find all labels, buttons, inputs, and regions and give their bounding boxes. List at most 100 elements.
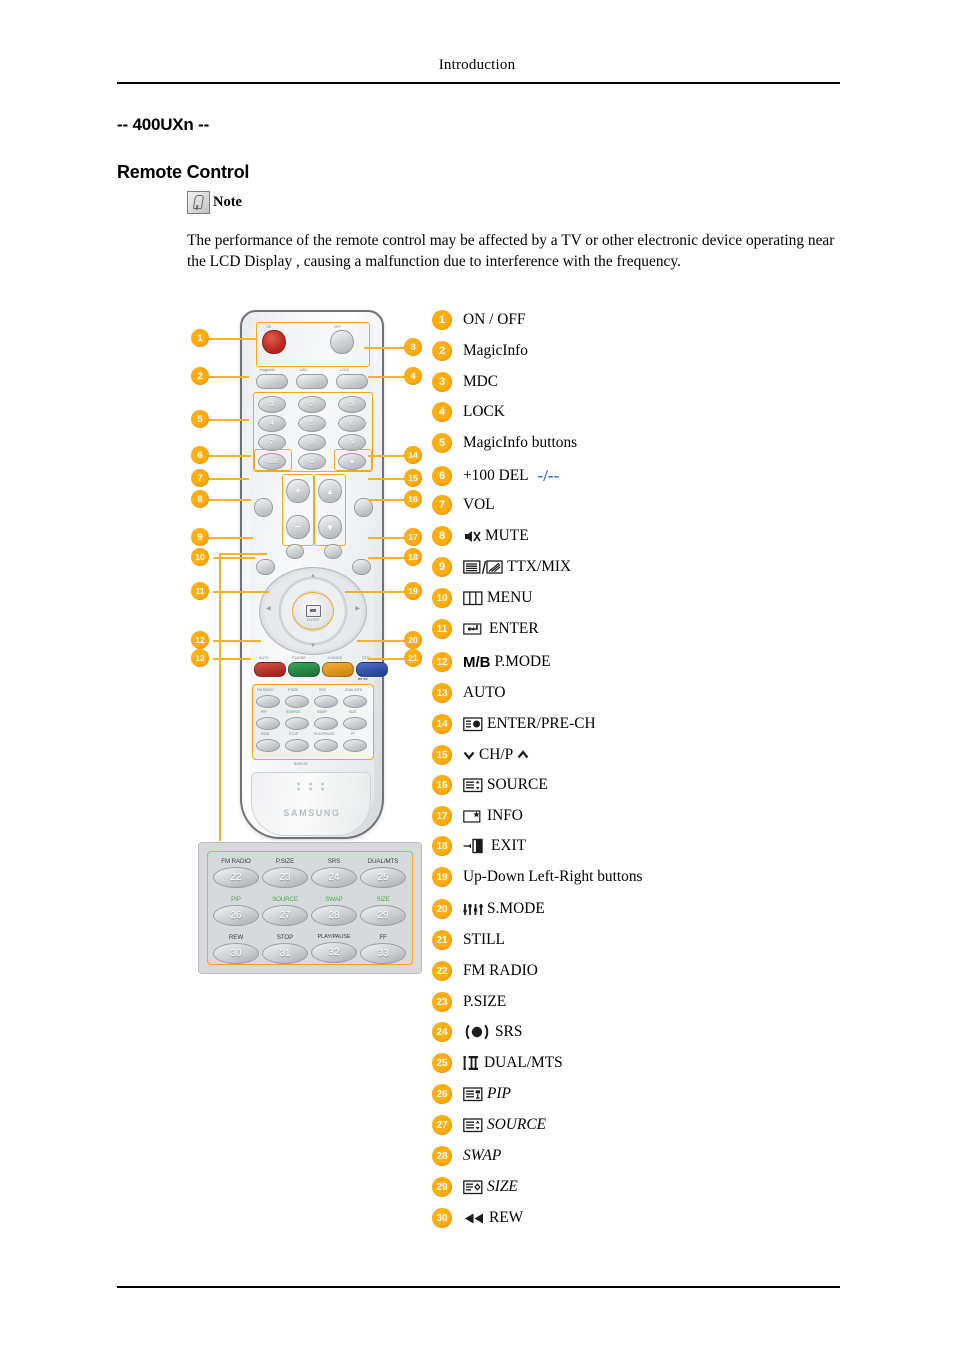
detail-key-31[interactable]: 31 <box>262 943 308 964</box>
prech-button[interactable]: ◉ <box>338 453 366 470</box>
legend-label-15: CH/P <box>463 746 529 764</box>
document-page: Introduction -- 400UXn -- Remote Control… <box>0 0 954 1350</box>
detail-cell-23[interactable]: P.SIZE 23 <box>261 858 309 888</box>
vol-up-button[interactable]: + <box>286 479 310 503</box>
dualmts-button[interactable] <box>343 695 367 708</box>
mdc-button[interactable] <box>296 374 328 389</box>
legend-item-3: 3 MDC <box>432 372 498 392</box>
detail-key-26[interactable]: 26 <box>213 905 259 926</box>
ff-button[interactable] <box>343 739 367 752</box>
detail-cell-22[interactable]: FM RADIO 22 <box>212 858 260 888</box>
legend-item-8: 8 MUTE <box>432 526 529 546</box>
key-1[interactable]: 1 <box>258 396 286 413</box>
detail-cell-25[interactable]: DUAL/MTS 25 <box>359 858 407 888</box>
key-5[interactable]: 5 <box>298 415 326 432</box>
enter-button[interactable]: ENTER <box>292 592 334 630</box>
dpad-right-arrow-icon[interactable]: ▶ <box>355 606 360 612</box>
playpause-button[interactable] <box>314 739 338 752</box>
fmradio-button[interactable] <box>256 695 280 708</box>
legend-item-10: 10 MENU <box>432 588 532 608</box>
legend-text-4: LOCK <box>463 403 505 420</box>
menu-button[interactable] <box>256 559 275 575</box>
pmode-button[interactable] <box>288 662 320 677</box>
legend-item-21: 21 STILL <box>432 930 505 950</box>
ch-down-button[interactable]: ▼ <box>318 515 342 539</box>
detail-key-28[interactable]: 28 <box>311 905 357 926</box>
key-0[interactable]: 0 <box>298 453 326 470</box>
swap-button[interactable] <box>314 717 338 730</box>
ttx-mix-button[interactable] <box>286 544 304 559</box>
detail-key-23[interactable]: 23 <box>262 867 308 888</box>
magicinfo-button[interactable] <box>256 374 288 389</box>
legend-label-7: VOL <box>463 496 495 514</box>
detail-key-27[interactable]: 27 <box>262 905 308 926</box>
source-button[interactable] <box>354 498 373 517</box>
note-block: Note <box>187 191 242 214</box>
direction-pad[interactable]: ▲ ▼ ◀ ▶ ENTER <box>259 567 367 655</box>
legend-badge-12: 12 <box>432 652 452 672</box>
size-button[interactable] <box>343 717 367 730</box>
exit-button[interactable] <box>352 559 371 575</box>
key-6[interactable]: 6 <box>338 415 366 432</box>
smode-button[interactable] <box>322 662 354 677</box>
detail-key-24[interactable]: 24 <box>311 867 357 888</box>
legend-badge-24: 24 <box>432 1022 452 1042</box>
lock-button[interactable] <box>336 374 368 389</box>
dpad-left-arrow-icon[interactable]: ◀ <box>266 606 271 612</box>
note-pencil-icon <box>187 191 210 214</box>
plus100-button[interactable]: +100 <box>258 453 286 470</box>
key-4[interactable]: 4 <box>258 415 286 432</box>
legend-item-27: 27 SOURCE <box>432 1115 546 1135</box>
detail-cell-30[interactable]: REW 30 <box>212 934 260 964</box>
legend-badge-29: 29 <box>432 1177 452 1197</box>
detail-label-25: DUAL/MTS <box>367 858 399 865</box>
detail-key-25[interactable]: 25 <box>360 867 406 888</box>
callout-5: 5 <box>191 410 209 428</box>
key-8[interactable]: 8 <box>298 434 326 451</box>
detail-cell-29[interactable]: SIZE 29 <box>359 896 407 926</box>
ch-up-button[interactable]: ▲ <box>318 479 342 503</box>
detail-key-30[interactable]: 30 <box>213 943 259 964</box>
detail-key-29[interactable]: 29 <box>360 905 406 926</box>
legend-badge-17: 17 <box>432 806 452 826</box>
srs-mini-label: SRS <box>319 688 326 692</box>
legend-item-6: 6 +100 DEL -/-- <box>432 466 559 486</box>
key-3[interactable]: 3 <box>338 396 366 413</box>
del-dash-icon: -/-- <box>537 466 560 485</box>
rew-button[interactable] <box>256 739 280 752</box>
pip-button[interactable] <box>256 717 280 730</box>
mute-button[interactable] <box>254 498 273 517</box>
legend-label-14: ENTER/PRE-CH <box>463 715 596 733</box>
legend-text-20: S.MODE <box>487 900 545 917</box>
still-sub-label: ■■ ■■ <box>358 677 368 681</box>
srs-button[interactable] <box>314 695 338 708</box>
detail-cell-27[interactable]: SOURCE 27 <box>261 896 309 926</box>
key-2[interactable]: 2 <box>298 396 326 413</box>
info-button[interactable] <box>324 544 342 559</box>
callout-8: 8 <box>191 490 209 508</box>
media-detail-outline: FM RADIO 22 P.SIZE 23 SRS 24 DUAL/MTS 25… <box>207 851 413 965</box>
still-button[interactable] <box>356 662 388 677</box>
source-mini-button[interactable] <box>285 717 309 730</box>
stop-button[interactable] <box>285 739 309 752</box>
detail-cell-33[interactable]: FF 33 <box>359 934 407 964</box>
detail-key-32[interactable]: 32 <box>311 942 357 963</box>
detail-cell-24[interactable]: SRS 24 <box>310 858 358 888</box>
power-off-button[interactable] <box>330 330 354 354</box>
legend-item-30: 30 REW <box>432 1208 523 1228</box>
detail-key-22[interactable]: 22 <box>213 867 259 888</box>
detail-cell-26[interactable]: PIP 26 <box>212 896 260 926</box>
detail-cell-32[interactable]: PLAY/PAUSE 32 <box>310 934 358 963</box>
legend-label-9: TTX/MIX <box>463 558 571 576</box>
dpad-down-arrow-icon[interactable]: ▼ <box>310 643 316 649</box>
power-on-button[interactable] <box>262 330 286 354</box>
vol-down-button[interactable]: − <box>286 515 310 539</box>
dpad-up-arrow-icon[interactable]: ▲ <box>310 573 316 579</box>
detail-cell-31[interactable]: STOP 31 <box>261 934 309 964</box>
detail-cell-28[interactable]: SWAP 28 <box>310 896 358 926</box>
psize-button[interactable] <box>285 695 309 708</box>
detail-key-33[interactable]: 33 <box>360 943 406 964</box>
auto-button[interactable] <box>254 662 286 677</box>
legend-item-1: 1 ON / OFF <box>432 310 525 330</box>
leader-4 <box>368 376 406 378</box>
